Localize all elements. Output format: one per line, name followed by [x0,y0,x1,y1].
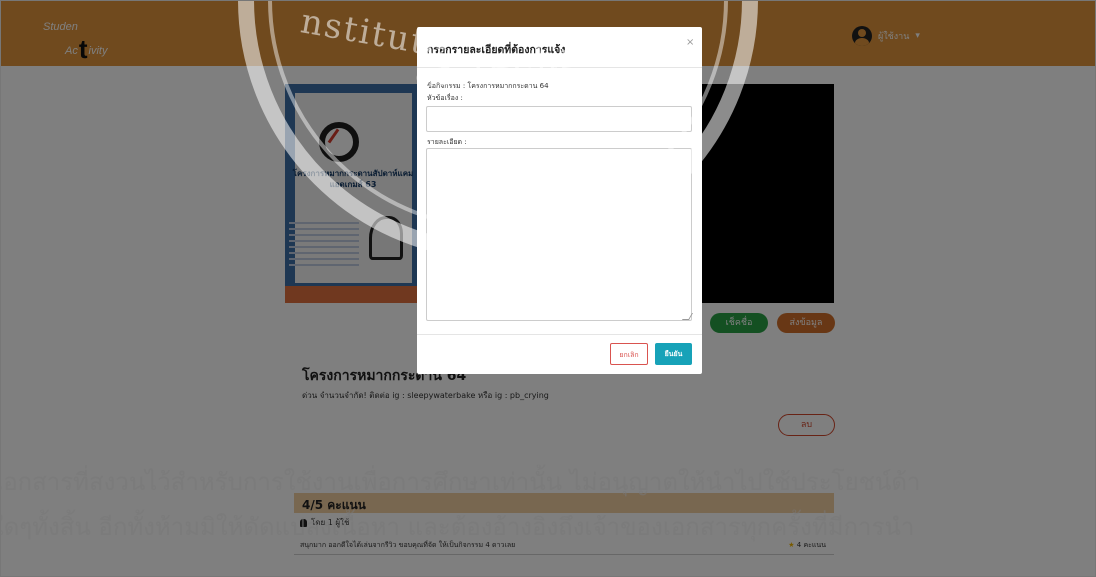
confirm-button[interactable]: ยืนยัน [655,343,692,365]
modal-footer-divider [417,334,702,335]
modal-header-divider [417,67,702,68]
detail-label: รายละเอียด : [427,138,467,146]
topic-label: หัวข้อเรื่อง : [427,94,463,102]
report-modal: กรอกรายละเอียดที่ต้องการแจ้ง × ชื่อกิจกร… [417,27,702,374]
detail-textarea[interactable] [426,148,692,321]
modal-title: กรอกรายละเอียดที่ต้องการแจ้ง [427,44,566,56]
cancel-button[interactable]: ยกเลิก [610,343,648,365]
modal-activity-name: ชื่อกิจกรรม : โครงการหมากกระดาน 64 [427,82,549,90]
topic-input[interactable] [426,106,692,132]
close-icon[interactable]: × [686,37,694,48]
